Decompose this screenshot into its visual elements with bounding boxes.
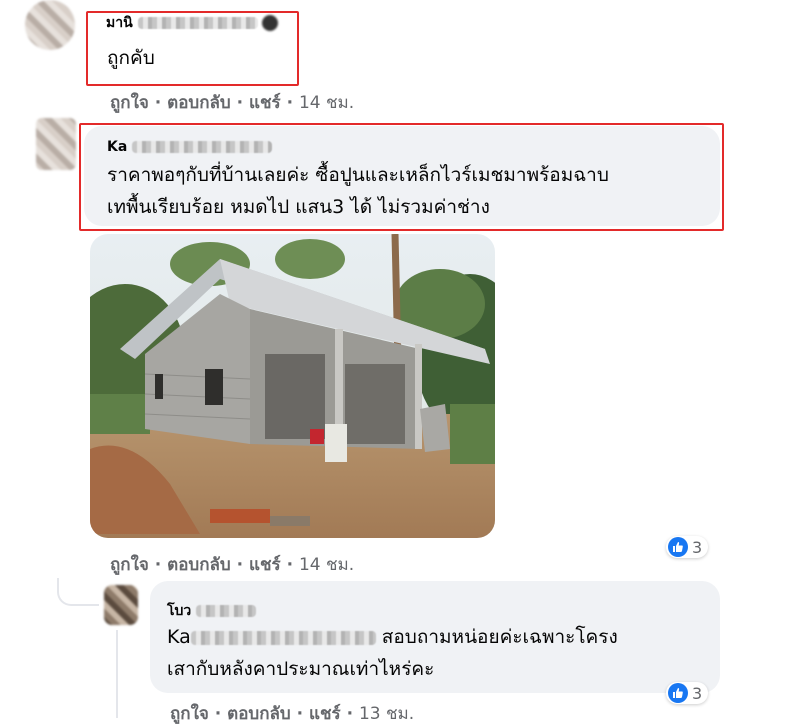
- mentioned-user[interactable]: Ka: [167, 626, 191, 648]
- reaction-count[interactable]: 3: [666, 536, 709, 558]
- redacted-avatar-dot: [262, 15, 279, 31]
- timestamp[interactable]: 13 ชม.: [359, 704, 414, 724]
- comment-actions: ถูกใจ · ตอบกลับ · แชร์ · 14 ชม.: [110, 555, 355, 575]
- comment-author-name[interactable]: มานิ: [106, 15, 133, 31]
- comment-author[interactable]: โบว: [167, 600, 257, 622]
- reply-button[interactable]: ตอบกลับ: [167, 93, 231, 113]
- like-button[interactable]: ถูกใจ: [110, 555, 149, 575]
- comment-text-line-1: ราคาพอๆกับที่บ้านเลยค่ะ ซื้อปูนและเหล็กไ…: [107, 164, 609, 186]
- comment-author-name[interactable]: โบว: [167, 603, 191, 619]
- reaction-count-value: 3: [692, 537, 703, 557]
- comment-photo[interactable]: [90, 234, 495, 538]
- house-photo-image: [90, 234, 495, 538]
- comment-text-line-2: เทพื้นเรียบร้อย หมดไป แสน3 ได้ ไม่รวมค่า…: [107, 196, 490, 218]
- comment-text-line-1: Ka สอบถามหน่อยค่ะเฉพาะโครง: [167, 626, 618, 648]
- redacted-mention: [190, 630, 376, 645]
- thumbs-up-icon: [668, 683, 688, 703]
- thumbs-up-icon: [668, 537, 688, 557]
- reply-thread-line: [57, 578, 99, 606]
- redacted-name: [196, 605, 257, 617]
- comment-author[interactable]: มานิ: [106, 12, 279, 34]
- reply-button[interactable]: ตอบกลับ: [227, 704, 291, 724]
- comment-author-name[interactable]: Ka: [107, 139, 127, 155]
- timestamp[interactable]: 14 ชม.: [299, 93, 354, 113]
- comment-actions: ถูกใจ · ตอบกลับ · แชร์ · 14 ชม.: [110, 93, 355, 113]
- avatar[interactable]: [104, 585, 138, 625]
- comment-author[interactable]: Ka: [107, 139, 273, 155]
- reaction-count[interactable]: 3: [666, 682, 709, 704]
- comment-text-line-2: เสากับหลังคาประมาณเท่าไหร่คะ: [167, 658, 435, 680]
- redacted-name: [132, 141, 273, 153]
- comment-actions: ถูกใจ · ตอบกลับ · แชร์ · 13 ชม.: [170, 704, 415, 724]
- share-button[interactable]: แชร์: [249, 555, 281, 575]
- like-button[interactable]: ถูกใจ: [170, 704, 209, 724]
- share-button[interactable]: แชร์: [249, 93, 281, 113]
- avatar[interactable]: [25, 0, 75, 50]
- comment-text: ถูกคับ: [107, 47, 155, 69]
- reaction-count-value: 3: [692, 683, 703, 703]
- reply-button[interactable]: ตอบกลับ: [167, 555, 231, 575]
- redacted-name: [137, 17, 258, 29]
- avatar[interactable]: [36, 118, 76, 170]
- like-button[interactable]: ถูกใจ: [110, 93, 149, 113]
- timestamp[interactable]: 14 ชม.: [299, 555, 354, 575]
- share-button[interactable]: แชร์: [309, 704, 341, 724]
- reply-thread-line: [116, 630, 118, 718]
